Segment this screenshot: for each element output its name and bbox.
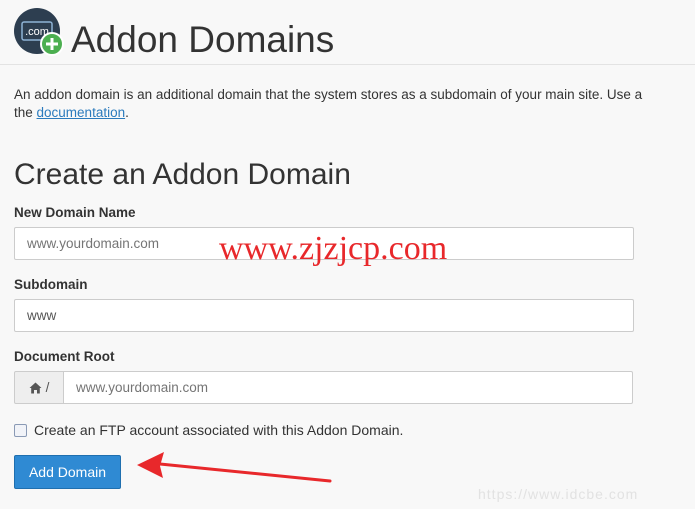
addon-domain-icon: .com [14, 8, 64, 56]
document-root-addon: / [14, 371, 64, 404]
ftp-account-row: Create an FTP account associated with th… [14, 421, 403, 439]
description-line-1: An addon domain is an additional domain … [14, 87, 643, 102]
subdomain-input[interactable] [14, 299, 634, 332]
subdomain-label: Subdomain [14, 277, 88, 292]
description-line-2: the documentation. [14, 104, 695, 122]
header-divider [0, 64, 695, 65]
document-root-group: / [14, 371, 633, 404]
document-root-label: Document Root [14, 349, 115, 364]
document-root-slash: / [45, 380, 50, 395]
watermark-text: www.zjzjcp.com [219, 230, 448, 267]
page-title: Addon Domains [71, 19, 335, 60]
section-title: Create an Addon Domain [14, 158, 351, 191]
document-root-input[interactable] [63, 371, 633, 404]
documentation-link[interactable]: documentation [37, 105, 126, 120]
ftp-account-checkbox[interactable] [14, 423, 27, 437]
home-icon [29, 382, 42, 393]
page-header: .com Addon Domains [14, 8, 695, 64]
bottom-watermark: https://www.idcbe.com [478, 486, 639, 502]
description-suffix: . [125, 105, 129, 120]
add-domain-button[interactable]: Add Domain [14, 455, 121, 489]
description-prefix: the [14, 105, 37, 120]
page-description: An addon domain is an additional domain … [14, 86, 695, 122]
new-domain-label: New Domain Name [14, 205, 136, 220]
ftp-account-label[interactable]: Create an FTP account associated with th… [34, 422, 403, 438]
